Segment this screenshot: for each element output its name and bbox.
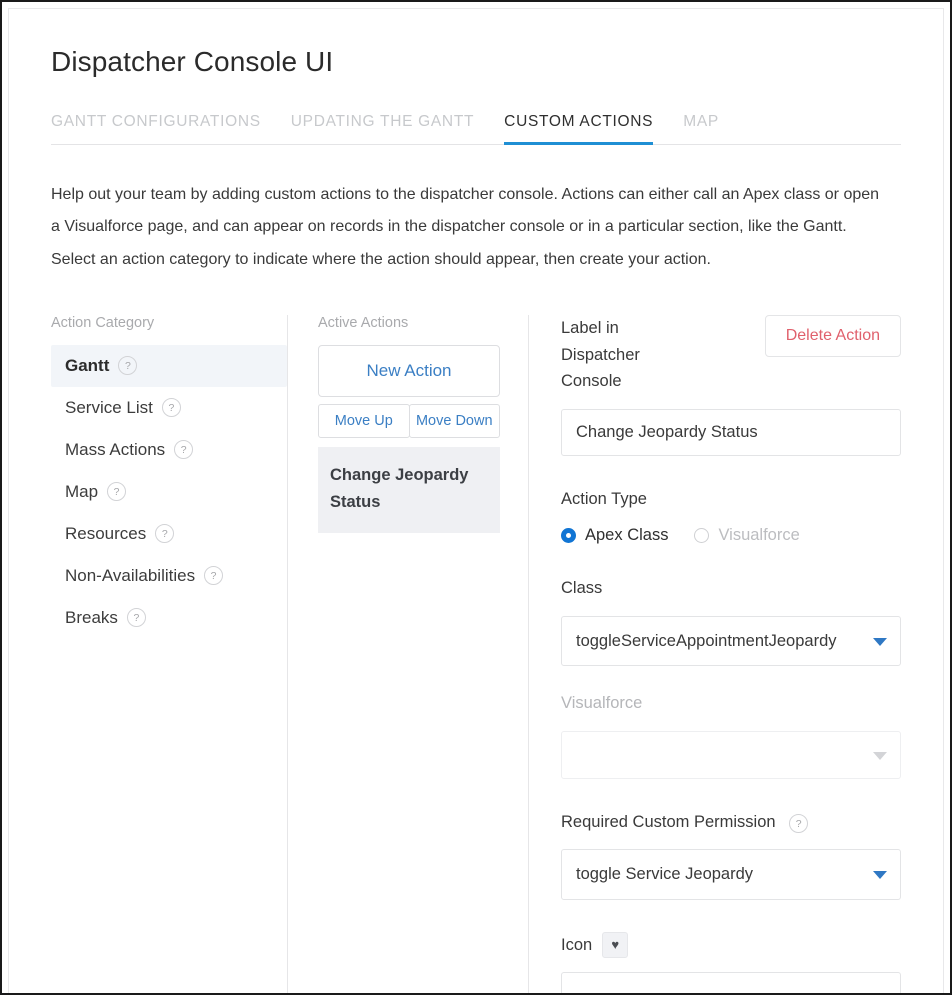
visualforce-select-wrap (561, 731, 901, 779)
move-up-button[interactable]: Move Up (318, 404, 410, 438)
help-icon[interactable]: ? (118, 356, 137, 375)
icon-group: Icon ♥ (561, 932, 901, 959)
class-select[interactable]: toggleServiceAppointmentJeopardy (561, 616, 901, 666)
page-content: Dispatcher Console UI GANTT CONFIGURATIO… (9, 9, 943, 993)
category-item-resources[interactable]: Resources ? (51, 513, 287, 555)
category-item-non-availabilities[interactable]: Non-Availabilities ? (51, 555, 287, 597)
class-select-wrap: toggleServiceAppointmentJeopardy (561, 616, 901, 666)
help-icon[interactable]: ? (174, 440, 193, 459)
visualforce-group: Visualforce (561, 690, 901, 779)
active-actions-heading: Active Actions (318, 315, 500, 331)
permission-group: Required Custom Permission ? toggle Serv… (561, 809, 901, 900)
app-window: Dispatcher Console UI GANTT CONFIGURATIO… (0, 0, 952, 995)
action-category-heading: Action Category (51, 315, 287, 331)
category-item-mass-actions[interactable]: Mass Actions ? (51, 429, 287, 471)
permission-title: Required Custom Permission (561, 813, 776, 831)
new-action-button[interactable]: New Action (318, 345, 500, 397)
icon-input[interactable] (561, 972, 901, 993)
help-icon[interactable]: ? (127, 608, 146, 627)
page-title: Dispatcher Console UI (51, 45, 901, 79)
permission-title-row: Required Custom Permission ? (561, 809, 901, 836)
form-header-row: Label in Dispatcher Console Delete Actio… (561, 315, 901, 395)
action-type-radio-group: Apex Class Visualforce (561, 526, 901, 545)
tab-updating-the-gantt[interactable]: UPDATING THE GANTT (291, 113, 474, 145)
action-list-item[interactable]: Change Jeopardy Status (318, 447, 500, 533)
three-column-layout: Action Category Gantt ? Service List ? M… (51, 315, 901, 993)
page-card: Dispatcher Console UI GANTT CONFIGURATIO… (8, 8, 944, 993)
category-item-service-list[interactable]: Service List ? (51, 387, 287, 429)
tab-custom-actions[interactable]: CUSTOM ACTIONS (504, 113, 653, 145)
category-item-label: Non-Availabilities (65, 566, 195, 586)
category-item-label: Service List (65, 398, 153, 418)
delete-action-button[interactable]: Delete Action (765, 315, 901, 357)
permission-select[interactable]: toggle Service Jeopardy (561, 849, 901, 899)
category-item-label: Mass Actions (65, 440, 165, 460)
icon-title: Icon (561, 932, 592, 959)
category-item-label: Breaks (65, 608, 118, 628)
category-item-gantt[interactable]: Gantt ? (51, 345, 287, 387)
category-item-label: Gantt (65, 356, 109, 376)
action-type-title: Action Type (561, 486, 901, 513)
radio-unselected-icon (694, 528, 709, 543)
help-icon[interactable]: ? (155, 524, 174, 543)
visualforce-select (561, 731, 901, 779)
class-group: Class toggleServiceAppointmentJeopardy (561, 575, 901, 666)
page-description: Help out your team by adding custom acti… (51, 179, 891, 277)
help-icon[interactable]: ? (204, 566, 223, 585)
action-type-group: Action Type Apex Class Visualforce (561, 486, 901, 545)
radio-option-visualforce: Visualforce (694, 526, 799, 545)
move-down-button[interactable]: Move Down (409, 404, 501, 438)
category-item-label: Map (65, 482, 98, 502)
tab-map[interactable]: MAP (683, 113, 719, 145)
help-icon[interactable]: ? (789, 814, 808, 833)
active-actions-panel: Active Actions New Action Move Up Move D… (288, 315, 528, 993)
category-item-label: Resources (65, 524, 146, 544)
action-category-panel: Action Category Gantt ? Service List ? M… (51, 315, 287, 993)
label-input[interactable] (561, 409, 901, 456)
tab-bar: GANTT CONFIGURATIONS UPDATING THE GANTT … (51, 113, 901, 145)
help-icon[interactable]: ? (107, 482, 126, 501)
permission-select-wrap: toggle Service Jeopardy (561, 849, 901, 899)
tab-gantt-configurations[interactable]: GANTT CONFIGURATIONS (51, 113, 261, 145)
category-item-map[interactable]: Map ? (51, 471, 287, 513)
radio-option-apex-class[interactable]: Apex Class (561, 526, 668, 545)
move-button-group: Move Up Move Down (318, 404, 500, 438)
help-icon[interactable]: ? (162, 398, 181, 417)
radio-label: Visualforce (718, 526, 799, 545)
heart-icon[interactable]: ♥ (602, 932, 628, 958)
class-title: Class (561, 575, 901, 602)
radio-label: Apex Class (585, 526, 668, 545)
radio-selected-icon (561, 528, 576, 543)
action-detail-form: Label in Dispatcher Console Delete Actio… (529, 315, 901, 993)
label-field-title: Label in Dispatcher Console (561, 315, 681, 395)
category-item-breaks[interactable]: Breaks ? (51, 597, 287, 639)
visualforce-title: Visualforce (561, 690, 901, 717)
